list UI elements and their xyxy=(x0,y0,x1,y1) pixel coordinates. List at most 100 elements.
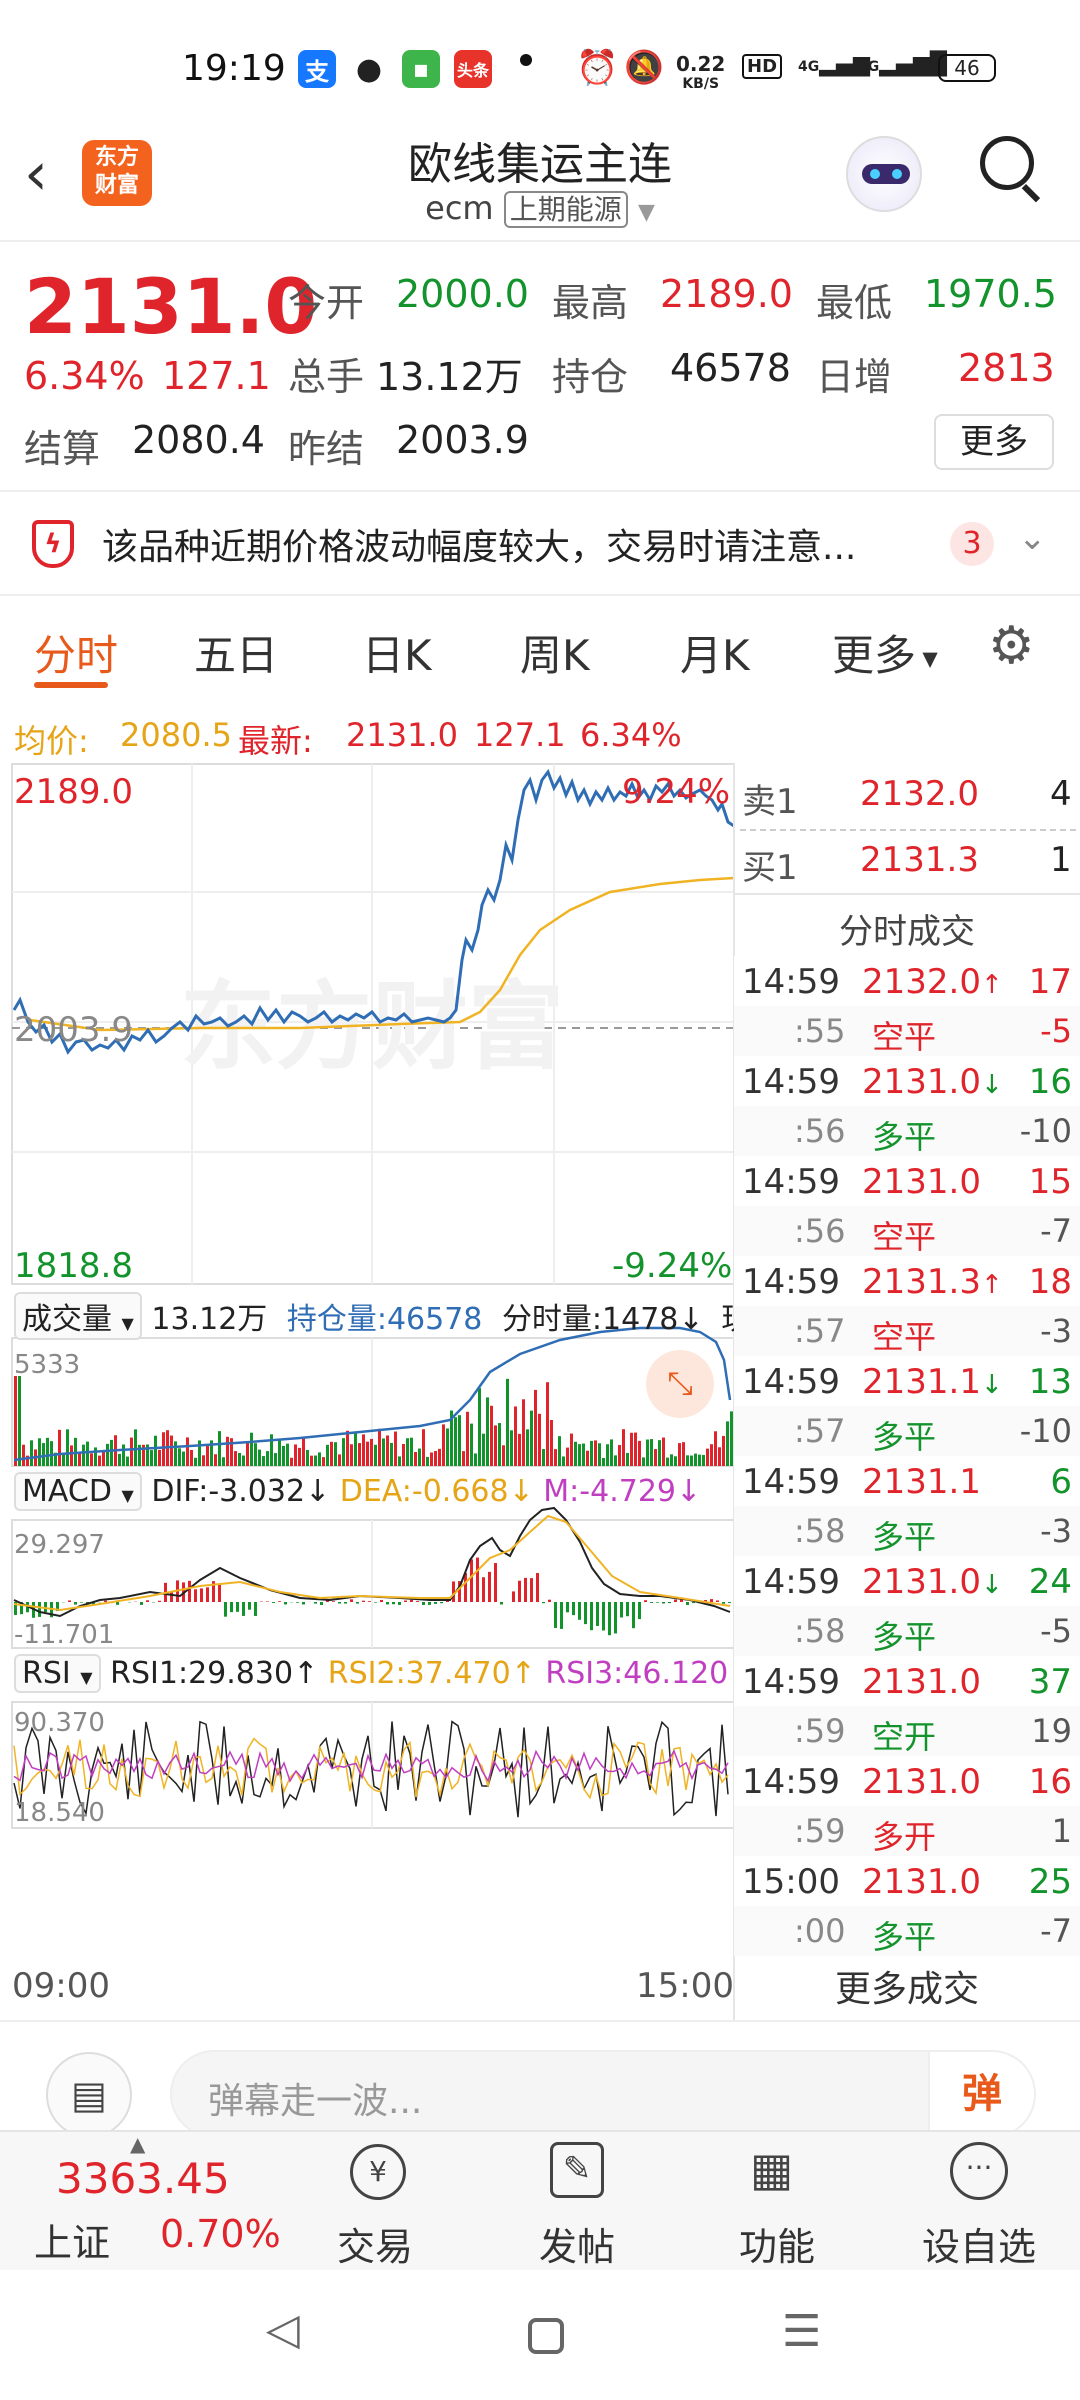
buy1-qty: 1 xyxy=(1050,840,1072,880)
risk-warning[interactable]: ϟ 该品种近期价格波动幅度较大，交易时请注意... 3 ⌄ xyxy=(0,490,1080,596)
volume-select[interactable]: 成交量 ▼ xyxy=(14,1292,142,1340)
tab-monthly-k[interactable]: 月K xyxy=(680,622,750,683)
volume-bar xyxy=(254,1443,257,1466)
volume-bar xyxy=(78,1452,81,1466)
price-low-label: 1818.8 xyxy=(14,1246,133,1286)
robot-avatar-icon[interactable] xyxy=(846,136,922,212)
macd-bar xyxy=(410,1599,413,1602)
more-button[interactable]: 更多 xyxy=(934,414,1054,470)
macd-bar xyxy=(140,1602,143,1605)
trade-row: 14:59 2131.0 16 xyxy=(734,1756,1080,1806)
danmu-input[interactable]: 弹幕走一波... 弹 xyxy=(170,2050,1036,2138)
settle-value: 2080.4 xyxy=(132,418,265,462)
macd-bar xyxy=(656,1602,659,1603)
macd-bar xyxy=(428,1602,431,1605)
macd-bar xyxy=(116,1602,119,1605)
index-widget[interactable]: ▲ 3363.45 上证 0.70% xyxy=(0,2132,310,2272)
sys-menu-icon[interactable]: ☰ xyxy=(782,2306,821,2357)
rsi-select[interactable]: RSI ▼ xyxy=(14,1654,101,1693)
gear-icon[interactable]: ⚙ xyxy=(988,616,1035,676)
macd-dif: DIF:-3.032 xyxy=(151,1474,306,1509)
macd-bar xyxy=(272,1602,275,1603)
volume-bar xyxy=(454,1417,457,1466)
trade-row: 14:59 2131.0 15 xyxy=(734,1156,1080,1206)
more-trades-button[interactable]: 更多成交 xyxy=(734,1960,1080,2012)
trade-row: 14:59 2131.1↓ 13 xyxy=(734,1356,1080,1406)
trade-icon: ¥ xyxy=(350,2144,406,2200)
volume-bar xyxy=(362,1434,365,1466)
time-start: 09:00 xyxy=(12,1966,110,2006)
danmu-toggle-button[interactable]: 弹 xyxy=(928,2052,1034,2136)
volume-bar xyxy=(614,1455,617,1466)
volume-total: 13.12万 xyxy=(151,1302,268,1337)
volume-bar xyxy=(342,1438,345,1466)
macd-bar xyxy=(608,1602,611,1636)
volume-bar xyxy=(466,1411,469,1466)
sys-home-icon[interactable] xyxy=(528,2318,564,2354)
warning-text: 该品种近期价格波动幅度较大，交易时请注意... xyxy=(102,527,857,568)
volume-bar xyxy=(174,1441,177,1466)
volume-bar xyxy=(602,1457,605,1466)
volume-bar xyxy=(558,1436,561,1466)
nav-function[interactable]: ▦ 功能 xyxy=(712,2132,842,2272)
volume-bar xyxy=(302,1436,305,1466)
volume-bar xyxy=(518,1433,521,1466)
volume-bar xyxy=(438,1448,441,1466)
search-icon[interactable] xyxy=(980,136,1046,203)
volume-bar xyxy=(666,1457,669,1466)
macd-bar xyxy=(248,1602,251,1610)
trade-row: 15:00 2131.0 25 xyxy=(734,1856,1080,1906)
macd-bar xyxy=(476,1557,479,1602)
macd-bar xyxy=(578,1602,581,1620)
current-volume: 现量:25 xyxy=(721,1302,734,1337)
volume-bar xyxy=(382,1438,385,1466)
volume-header: 成交量 ▼ 13.12万 持仓量:46578 分时量:1478↓ 现量:25 xyxy=(14,1292,734,1340)
tab-daily-k[interactable]: 日K xyxy=(362,622,432,683)
status-time: 19:19 xyxy=(182,48,286,89)
macd-select[interactable]: MACD ▼ xyxy=(14,1472,142,1511)
sys-back-icon[interactable]: ◁ xyxy=(266,2304,300,2355)
tab-intraday[interactable]: 分时 xyxy=(34,622,118,683)
price-mid-label: 2003.9 xyxy=(14,1010,133,1050)
macd-bar xyxy=(332,1601,335,1602)
macd-bar xyxy=(368,1601,371,1602)
danmu-settings-icon[interactable]: ▤ xyxy=(46,2052,132,2138)
macd-bar xyxy=(296,1602,299,1603)
volume-bar xyxy=(90,1453,93,1466)
volume-bar xyxy=(410,1437,413,1466)
volume-bar xyxy=(622,1429,625,1466)
volume-bar xyxy=(686,1455,689,1466)
volume-bar xyxy=(86,1441,89,1466)
macd-bar xyxy=(452,1581,455,1602)
macd-bar xyxy=(536,1573,539,1602)
subtitle[interactable]: ecm 上期能源 ▼ xyxy=(0,188,1080,228)
nav-add-watchlist[interactable]: ··· 设自选 xyxy=(914,2132,1044,2272)
volume-bar xyxy=(538,1413,541,1466)
nav-post[interactable]: ✎ 发帖 xyxy=(512,2132,642,2272)
net-speed: 0.22 KB/S xyxy=(676,52,726,92)
macd-bar xyxy=(278,1601,281,1602)
macd-bar xyxy=(596,1602,599,1626)
macd-bar xyxy=(590,1602,593,1631)
volume-bar xyxy=(482,1433,485,1466)
daily-inc-label: 日增 xyxy=(816,355,893,399)
oi-total: 持仓量:46578 xyxy=(286,1302,483,1337)
chevron-down-icon[interactable]: ⌄ xyxy=(1018,518,1047,558)
volume-bar xyxy=(238,1452,241,1466)
macd-bar xyxy=(356,1602,359,1604)
macd-bar xyxy=(188,1580,191,1602)
macd-bar xyxy=(638,1602,641,1620)
open-label: 今开 xyxy=(288,281,365,325)
tab-more[interactable]: 更多 ▼ xyxy=(832,622,938,683)
macd-bar xyxy=(362,1600,365,1602)
macd-bar xyxy=(80,1602,83,1603)
volume-bar xyxy=(278,1439,281,1466)
oi-label: 持仓 xyxy=(552,355,629,399)
volume-bar xyxy=(162,1432,165,1466)
nav-trade[interactable]: ¥ 交易 xyxy=(310,2132,440,2272)
volume-bar xyxy=(530,1410,533,1466)
macd-bar xyxy=(686,1602,689,1605)
expand-icon[interactable]: ⤡ xyxy=(646,1350,714,1418)
tab-5day[interactable]: 五日 xyxy=(194,622,278,683)
tab-weekly-k[interactable]: 周K xyxy=(520,622,590,683)
